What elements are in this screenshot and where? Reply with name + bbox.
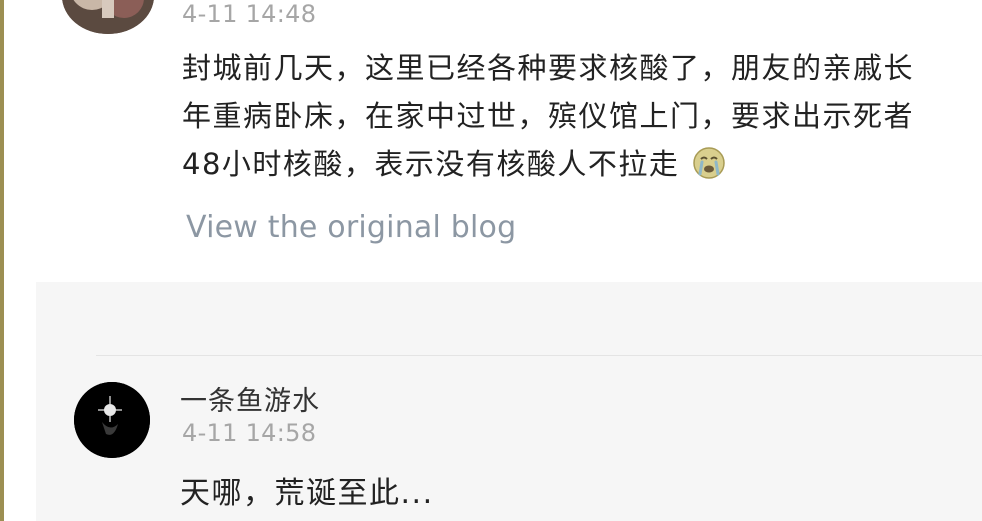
replier-avatar[interactable] [74, 382, 150, 458]
reply-section: 一条鱼游水 4-11 14:58 天哪，荒诞至此... [36, 282, 982, 521]
original-post: 4-11 14:48 封城前几天，这里已经各种要求核酸了，朋友的亲戚长 年重病卧… [4, 0, 982, 282]
crying-face-icon [692, 146, 726, 194]
post-content: 封城前几天，这里已经各种要求核酸了，朋友的亲戚长 年重病卧床，在家中过世，殡仪馆… [182, 44, 982, 194]
post-line-with-emoji: 48小时核酸，表示没有核酸人不拉走 [182, 140, 982, 194]
poster-avatar[interactable] [62, 0, 154, 34]
reply-username[interactable]: 一条鱼游水 [180, 379, 320, 418]
post-line: 年重病卧床，在家中过世，殡仪馆上门，要求出示死者 [182, 99, 915, 133]
reply-divider [96, 355, 982, 356]
post-timestamp: 4-11 14:48 [182, 0, 317, 28]
reply-text: 天哪，荒诞至此... [180, 476, 434, 511]
view-original-blog-link[interactable]: View the original blog [186, 210, 516, 245]
post-line: 封城前几天，这里已经各种要求核酸了，朋友的亲戚长 [182, 51, 915, 85]
post-line: 48小时核酸，表示没有核酸人不拉走 [182, 147, 680, 181]
reply-timestamp: 4-11 14:58 [182, 419, 317, 447]
